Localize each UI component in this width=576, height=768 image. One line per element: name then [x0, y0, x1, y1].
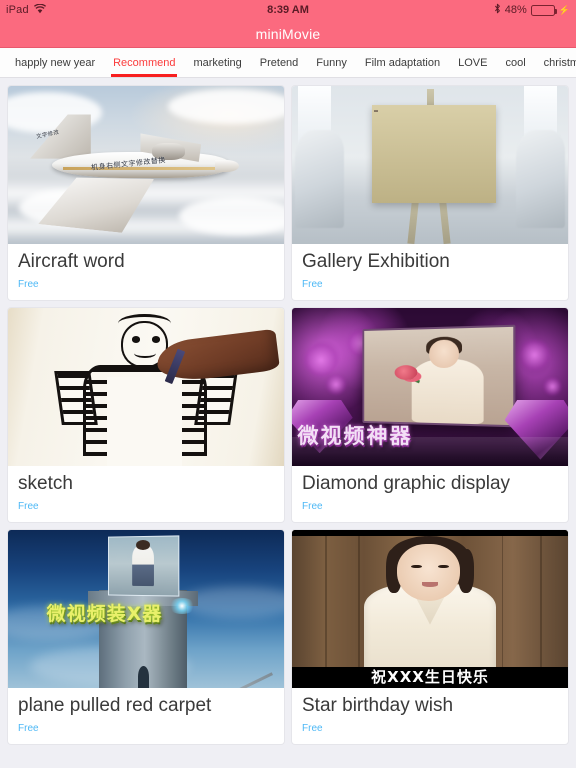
sketch-shirt-front	[107, 377, 182, 466]
status-bar-right: 48% ⚡	[494, 3, 570, 17]
template-card-plane-pulled-red-carpet[interactable]: 微视频装X器 plane pulled red carpet Free	[8, 529, 284, 744]
bluetooth-icon	[494, 3, 501, 17]
card-price-label: Free	[18, 278, 39, 290]
thumbnail-purple-diamond-display[interactable]: 微视频神器	[292, 307, 568, 466]
card-title: plane pulled red carpet	[18, 695, 212, 716]
card-price-label: Free	[302, 500, 323, 512]
card-body: sketch Free	[8, 466, 284, 522]
rose-flower	[394, 364, 418, 380]
card-body: Star birthday wish Free	[292, 688, 568, 744]
card-title: sketch	[18, 473, 73, 494]
battery-cap	[554, 8, 557, 14]
battery-icon	[530, 4, 557, 16]
card-title: Aircraft word	[18, 252, 125, 272]
cloud-shape	[168, 89, 284, 124]
app-title: miniMovie	[255, 25, 321, 42]
light-flare	[168, 597, 196, 614]
tab-label: christmas	[543, 56, 576, 69]
wood-grain-line	[358, 529, 360, 688]
tab-marketing[interactable]: marketing	[184, 48, 250, 77]
subtitle-text: 祝XXX生日快乐	[371, 668, 489, 686]
tab-love[interactable]: LOVE	[449, 48, 496, 77]
tab-funny[interactable]: Funny	[307, 48, 356, 77]
overlay-text: 微视频装X器	[46, 603, 163, 626]
template-card-sketch[interactable]: sketch Free	[8, 307, 284, 522]
wood-grain-line	[501, 529, 504, 688]
card-title: Diamond graphic display	[302, 473, 511, 494]
card-body: plane pulled red carpet Free	[8, 688, 284, 744]
bokeh-light	[543, 377, 563, 397]
tab-christmas[interactable]: christmas	[535, 48, 576, 77]
tab-label: LOVE	[458, 56, 488, 69]
thumbnail-private-jet-above-clouds[interactable]: 文字修改 机身右侧文字修改替换	[8, 86, 284, 244]
woman-hair-side	[457, 548, 475, 593]
category-tab-bar[interactable]: happly new year Recommend marketing Pret…	[0, 48, 576, 78]
woman-face	[396, 544, 461, 601]
card-body: Diamond graphic display Free	[292, 466, 568, 522]
bokeh-light	[518, 339, 552, 372]
tab-label: marketing	[193, 56, 242, 69]
wifi-icon	[33, 3, 46, 17]
covered-sculpture	[294, 130, 345, 229]
status-bar-left: iPad	[6, 3, 46, 17]
floating-photo-frame	[108, 535, 180, 597]
tab-happly-new-year[interactable]: happly new year	[6, 48, 104, 77]
card-price-label: Free	[302, 722, 323, 734]
woman-mouth	[421, 581, 439, 587]
template-card-star-birthday-wish[interactable]: 祝XXX生日快乐 Star birthday wish Free	[292, 529, 568, 744]
tower-archway	[137, 666, 149, 688]
template-card-gallery-exhibition[interactable]: Gallery Exhibition Free	[292, 86, 568, 300]
picture-frame	[372, 104, 497, 203]
clock-label: 8:39 AM	[267, 4, 309, 16]
tab-label: Pretend	[259, 56, 299, 69]
template-card-diamond-graphic-display[interactable]: 微视频神器 Diamond graphic display Free	[292, 307, 568, 522]
navigation-bar: miniMovie	[0, 20, 576, 48]
lightning-bolt-icon: ⚡	[558, 4, 570, 15]
cloud-shape	[179, 196, 284, 235]
thumbnail-framed-couple-photo-on-easel[interactable]	[292, 86, 568, 244]
tab-film-adaptation[interactable]: Film adaptation	[356, 48, 449, 77]
bokeh-light	[325, 374, 348, 395]
person-in-photo	[132, 546, 155, 586]
card-body: Gallery Exhibition Free	[292, 244, 568, 300]
sketch-eye	[132, 336, 141, 343]
sketch-eye	[151, 336, 160, 343]
wood-grain-line	[325, 529, 327, 688]
tab-label: Funny	[316, 56, 347, 69]
card-price-label: Free	[18, 722, 39, 734]
thumbnail-hand-drawing-sketch[interactable]	[8, 307, 284, 466]
card-title: Star birthday wish	[302, 695, 454, 716]
letterbox-bar-top	[292, 529, 568, 537]
tab-label: cool	[505, 56, 526, 69]
card-body: Aircraft word Free	[8, 244, 284, 300]
thumbnail-stone-tower-blue-sky[interactable]: 微视频装X器	[8, 529, 284, 688]
covered-sculpture	[515, 130, 566, 229]
overlay-text: 微视频神器	[297, 424, 413, 449]
tab-label: happly new year	[15, 56, 96, 69]
tab-label: Film adaptation	[364, 56, 441, 69]
tab-label: Recommend	[113, 56, 176, 69]
plane-nose	[214, 159, 240, 173]
battery-percentage-label: 48%	[504, 4, 527, 16]
device-name-label: iPad	[6, 4, 29, 16]
tv-screen	[362, 324, 516, 428]
card-price-label: Free	[18, 500, 39, 512]
tab-cool[interactable]: cool	[496, 48, 534, 77]
card-title: Gallery Exhibition	[302, 252, 450, 272]
card-price-label: Free	[302, 278, 323, 290]
status-bar: iPad 8:39 AM 48% ⚡	[0, 0, 576, 20]
bride-dress	[412, 358, 485, 425]
bokeh-light	[303, 342, 339, 378]
template-grid: 文字修改 机身右侧文字修改替换 Aircraft word Free Galle…	[0, 78, 576, 767]
tab-pretend[interactable]: Pretend	[251, 48, 308, 77]
tab-recommend[interactable]: Recommend	[104, 48, 184, 77]
wood-grain-line	[540, 529, 542, 688]
person-head	[136, 540, 151, 550]
thumbnail-woman-white-blouse[interactable]: 祝XXX生日快乐	[292, 529, 568, 688]
template-card-aircraft-word[interactable]: 文字修改 机身右侧文字修改替换 Aircraft word Free	[8, 86, 284, 300]
